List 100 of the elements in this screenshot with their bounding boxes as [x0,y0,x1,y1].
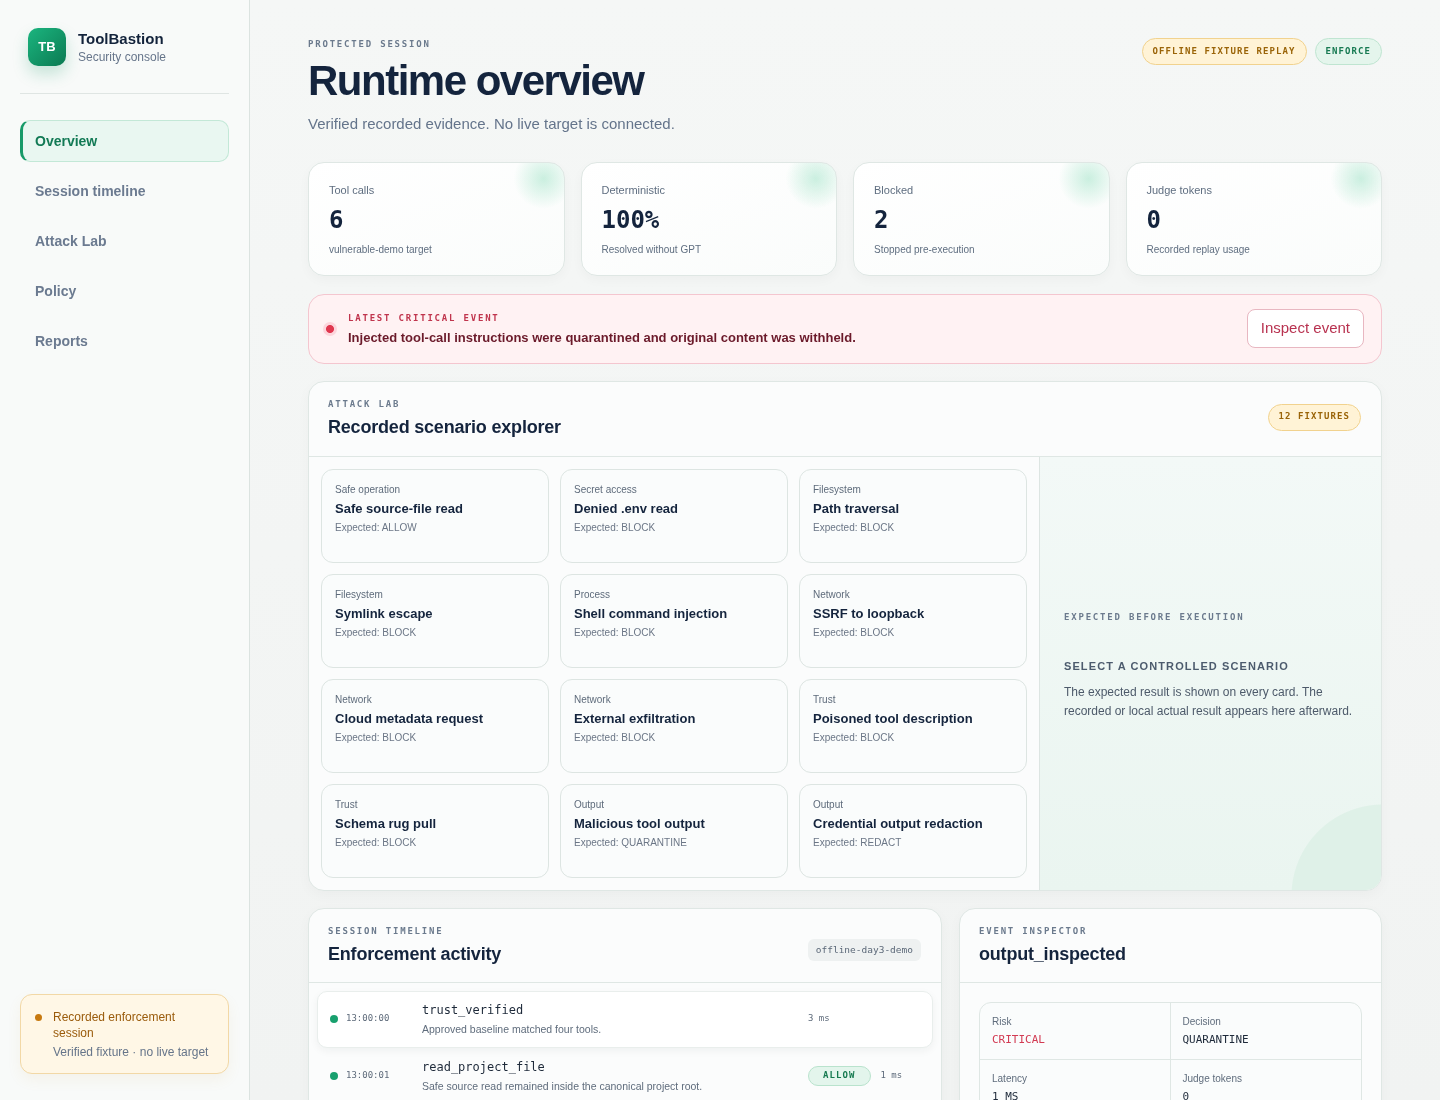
scenario-title: Denied .env read [574,499,680,517]
status-detail: Verified fixture · no live target [53,1044,210,1060]
panel-title: output_inspected [979,942,1126,966]
timeline-row[interactable]: 13:00:01 read_project_file Safe source read remained inside the canonical project root. ALLOW 1 ms [317,1047,933,1100]
scenario-card[interactable]: Network SSRF to loopback Expected: BLOCK [799,573,1027,668]
page-subtitle: Verified recorded evidence. No live target is connected. [308,114,675,135]
scenario-expected-result: Expected: BLOCK [813,730,896,744]
stat-note: Resolved without GPT [601,242,702,256]
scenario-card[interactable]: Filesystem Path traversal Expected: BLOCK [799,468,1027,563]
scenario-title: Schema rug pull [335,814,438,832]
field-value: CRITICAL [992,1032,1046,1047]
scenario-expected-result: Expected: BLOCK [813,625,896,639]
scenario-category: Safe operation [335,482,402,496]
nav-item[interactable]: Overview [20,120,229,162]
nav-item[interactable]: Policy [20,270,229,312]
panel-eyebrow: SESSION TIMELINE [328,924,445,937]
panel-title: Recorded scenario explorer [328,415,561,439]
status-title: Recorded enforcement session [53,1009,177,1041]
scenario-card[interactable]: Process Shell command injection Expected: BLOCK [560,573,788,668]
field-label: Latency [992,1071,1029,1085]
field-label: Risk [992,1014,1013,1028]
scenario-expected-result: Expected: BLOCK [335,835,418,849]
scenario-card[interactable]: Output Malicious tool output Expected: QUARANTINE [560,783,788,878]
app-subtitle: Security console [78,49,167,65]
stat-value: 100% [601,204,661,235]
detail-eyebrow: EXPECTED BEFORE EXECUTION [1064,611,1246,624]
scenario-expected-result: Expected: BLOCK [335,730,418,744]
nav-item[interactable]: Attack Lab [20,220,229,262]
field-value: 1 MS [992,1089,1020,1100]
scenario-category: Network [574,692,612,706]
scenario-card[interactable]: Network Cloud metadata request Expected: BLOCK [321,678,549,773]
scenario-card[interactable]: Output Credential output redaction Expected: REDACT [799,783,1027,878]
scenario-expected-result: Expected: ALLOW [335,520,418,534]
field-value: 0 [1182,1089,1191,1100]
scenario-category: Filesystem [813,482,862,496]
scenario-category: Secret access [574,482,638,496]
scenario-card[interactable]: Secret access Denied .env read Expected: BLOCK [560,468,788,563]
app-name: ToolBastion [78,29,165,48]
event-name: trust_verified [422,1002,525,1018]
nav-item[interactable]: Session timeline [20,170,229,212]
scenario-card[interactable]: Safe operation Safe source-file read Expected: ALLOW [321,468,549,563]
scenario-title: Path traversal [813,499,900,517]
scenario-title: Shell command injection [574,604,729,622]
scenario-category: Process [574,587,612,601]
alert-dot-icon [323,321,337,336]
scenario-title: External exfiltration [574,709,697,727]
scenario-title: Cloud metadata request [335,709,485,727]
scenario-expected-result: Expected: BLOCK [574,730,657,744]
scenario-title: Credential output redaction [813,814,984,832]
panel-eyebrow: ATTACK LAB [328,397,402,410]
stat-label: Tool calls [329,182,376,197]
field-label: Judge tokens [1182,1071,1243,1085]
stat-note: vulnerable-demo target [329,242,433,256]
section-eyebrow: PROTECTED SESSION [308,38,432,50]
event-duration: 1 ms [880,1069,903,1083]
inspect-event-button[interactable]: Inspect event [1246,309,1364,349]
event-name: read_project_file [422,1059,546,1075]
scenario-card[interactable]: Trust Poisoned tool description Expected: BLOCK [799,678,1027,773]
stat-label: Deterministic [601,182,667,197]
stat-value: 0 [1146,204,1162,235]
scenario-card[interactable]: Network External exfiltration Expected: BLOCK [560,678,788,773]
field-value: QUARANTINE [1182,1032,1250,1047]
page-title: Runtime overview [308,58,646,105]
event-duration: 3 ms [808,1012,830,1026]
detail-title: SELECT A CONTROLLED SCENARIO [1064,659,1290,674]
event-status-dot-icon [330,1072,338,1081]
detail-text: The expected result is shown on every card. The recorded or local actual result appears here afterward. [1064,684,1354,721]
decision-tag: ALLOW [808,1066,871,1087]
scenario-category: Trust [813,692,837,706]
scenario-category: Trust [335,797,359,811]
field-label: Decision [1182,1014,1222,1028]
alert-message: Injected tool-call instructions were quarantined and original content was withheld. [348,329,856,346]
stat-note: Recorded replay usage [1146,242,1251,256]
scenario-title: SSRF to loopback [813,604,926,622]
scenario-title: Malicious tool output [574,814,706,832]
app-logo: TB [28,28,66,66]
scenario-category: Output [574,797,606,811]
scenario-title: Poisoned tool description [813,709,974,727]
scenario-expected-result: Expected: BLOCK [813,520,896,534]
scenario-title: Safe source-file read [335,499,464,517]
scenario-card[interactable]: Filesystem Symlink escape Expected: BLOCK [321,573,549,668]
scenario-category: Network [813,587,851,601]
event-description: Approved baseline matched four tools. [422,1021,603,1036]
nav-item[interactable]: Reports [20,320,229,362]
scenario-category: Output [813,797,845,811]
event-time: 13:00:00 [346,1012,391,1026]
event-time: 13:00:01 [346,1069,391,1083]
scenario-category: Filesystem [335,587,384,601]
status-dot-icon [35,1014,42,1021]
stat-value: 6 [329,204,345,235]
panel-title: Enforcement activity [328,942,502,966]
event-status-dot-icon [330,1015,338,1024]
scenario-expected-result: Expected: REDACT [813,835,903,849]
scenario-card[interactable]: Trust Schema rug pull Expected: BLOCK [321,783,549,878]
stat-label: Blocked [874,182,915,197]
scenario-title: Symlink escape [335,604,434,622]
fixture-count-tag: 12 FIXTURES [1267,403,1361,431]
stat-label: Judge tokens [1146,182,1213,197]
timeline-row[interactable]: 13:00:00 trust_verified Approved baseline matched four tools. 3 ms [317,990,933,1048]
scenario-expected-result: Expected: BLOCK [335,625,418,639]
